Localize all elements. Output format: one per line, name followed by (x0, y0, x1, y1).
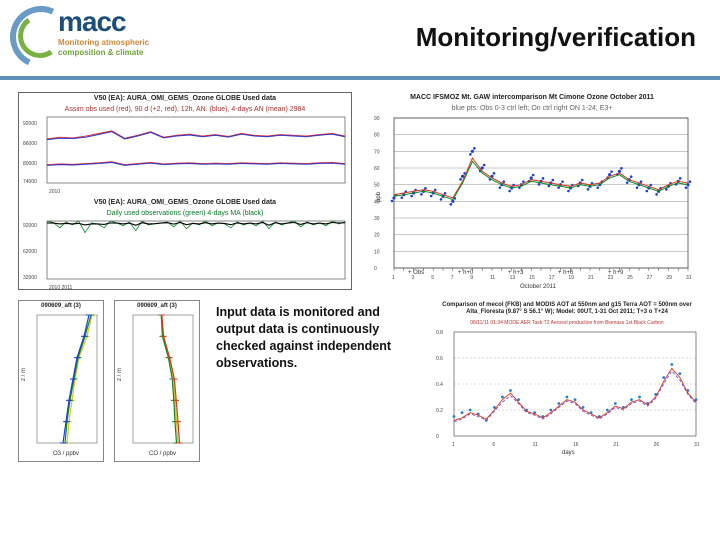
svg-text:0.8: 0.8 (436, 330, 443, 336)
chart-tl-title2: V50 (EA): AURA_OMI_GEMS_Ozone GLOBE Used… (19, 197, 351, 208)
svg-text:62000: 62000 (23, 249, 37, 255)
svg-text:31: 31 (686, 275, 692, 281)
svg-text:0.4: 0.4 (436, 382, 443, 388)
chart-tl-sub1: Assim obs used (red), 90 d (+2, red), 12… (19, 104, 351, 115)
svg-text:2010 2011: 2010 2011 (49, 285, 72, 291)
svg-text:+ h+6: + h+6 (558, 270, 574, 276)
logo: macc Monitoring atmospheric composition … (10, 6, 190, 70)
chart-tl-plot-bot: 92000 62000 32000 2010 2011 (19, 219, 349, 293)
chart-br-plot: 00.20.40.60.8 161116212631 days (432, 328, 702, 456)
svg-text:21: 21 (613, 442, 619, 448)
page-title: Monitoring/verification (416, 22, 696, 53)
chart-bla-title: 090609_aft (3) (19, 301, 103, 311)
svg-text:92000: 92000 (23, 121, 37, 127)
svg-text:1: 1 (452, 442, 455, 448)
svg-text:80000: 80000 (23, 161, 37, 167)
svg-text:70: 70 (374, 149, 380, 155)
svg-text:17: 17 (549, 275, 555, 281)
caption-text: Input data is monitored and output data … (210, 300, 422, 372)
chart-br-sub: 08/11/11 01:34 MODE AER Task:T2 Aerosol … (432, 318, 702, 328)
chart-tl-plot-top: 92000 86000 80000 74000 2010 (19, 115, 349, 195)
chart-top-right: MACC IFSMOZ Mt. GAW intercomparison Mt C… (370, 92, 694, 288)
chart-tr-sub: blue pts: Obs 0-3 ctrl left; On ctrl rig… (370, 103, 694, 114)
chart-bottom-right: Comparison of mecol (FKB) and MODIS AOT … (432, 300, 702, 468)
svg-text:80: 80 (374, 133, 380, 139)
svg-text:5: 5 (431, 275, 434, 281)
svg-text:11: 11 (490, 275, 495, 281)
svg-text:50: 50 (374, 183, 380, 189)
chart-tr-plot: ppb 0102030405060708090 1357911131517192… (370, 114, 694, 290)
svg-text:21: 21 (588, 275, 594, 281)
chart-blb-title: 090609_aft (3) (115, 301, 199, 311)
logo-subtitle-1: Monitoring atmospheric (58, 38, 149, 47)
svg-text:+ h+0: + h+0 (458, 270, 474, 276)
svg-text:27: 27 (647, 275, 653, 281)
chart-top-left: V50 (EA): AURA_OMI_GEMS_Ozone GLOBE Used… (18, 92, 352, 290)
svg-text:O3 / ppbv: O3 / ppbv (53, 451, 79, 457)
svg-text:26: 26 (654, 442, 660, 448)
svg-text:31: 31 (694, 442, 700, 448)
chart-bl-b: 090609_aft (3) z / m CO / ppbv (114, 300, 200, 462)
header: macc Monitoring atmospheric composition … (0, 0, 720, 80)
svg-text:+ h+3: + h+3 (508, 270, 524, 276)
svg-text:10: 10 (374, 249, 380, 255)
svg-text:0: 0 (436, 434, 439, 440)
content: V50 (EA): AURA_OMI_GEMS_Ozone GLOBE Used… (0, 80, 720, 468)
svg-text:30: 30 (374, 216, 380, 222)
chart-tr-title: MACC IFSMOZ Mt. GAW intercomparison Mt C… (370, 92, 694, 103)
svg-text:days: days (562, 450, 575, 456)
svg-text:1: 1 (392, 275, 395, 281)
svg-text:z / m: z / m (21, 368, 27, 381)
svg-text:z / m: z / m (117, 368, 123, 381)
chart-tl-title1: V50 (EA): AURA_OMI_GEMS_Ozone GLOBE Used… (19, 93, 351, 104)
row-bottom: 090609_aft (3) z / m O3 / ppbv 090609_af… (18, 300, 702, 468)
svg-text:11: 11 (533, 442, 538, 448)
svg-text:60: 60 (374, 166, 380, 172)
svg-text:15: 15 (529, 275, 535, 281)
chart-bl-a: 090609_aft (3) z / m O3 / ppbv (18, 300, 104, 462)
svg-text:16: 16 (573, 442, 579, 448)
svg-text:0.2: 0.2 (436, 408, 443, 414)
logo-subtitle-2: composition & climate (58, 48, 143, 57)
svg-text:29: 29 (666, 275, 672, 281)
svg-text:+ Obs: + Obs (408, 270, 424, 276)
svg-text:92000: 92000 (23, 223, 37, 229)
svg-text:32000: 32000 (23, 275, 37, 281)
svg-text:25: 25 (627, 275, 633, 281)
svg-text:0: 0 (374, 266, 377, 272)
svg-text:90: 90 (374, 116, 380, 122)
svg-text:74000: 74000 (23, 179, 37, 185)
chart-tl-sub2: Daily used observations (green) 4-days M… (19, 208, 351, 219)
svg-text:October 2011: October 2011 (520, 284, 557, 290)
logo-text: macc (58, 6, 126, 38)
svg-text:0.6: 0.6 (436, 356, 443, 362)
chart-blb-plot: z / m CO / ppbv (115, 311, 199, 459)
svg-text:40: 40 (374, 199, 380, 205)
svg-text:CO / ppbv: CO / ppbv (149, 451, 176, 457)
chart-bla-plot: z / m O3 / ppbv (19, 311, 103, 459)
slide: macc Monitoring atmospheric composition … (0, 0, 720, 540)
svg-text:2010: 2010 (49, 189, 60, 195)
svg-text:86000: 86000 (23, 141, 37, 147)
svg-text:+ h+9: + h+9 (608, 270, 624, 276)
svg-text:7: 7 (451, 275, 454, 281)
chart-br-title: Comparison of mecol (FKB) and MODIS AOT … (432, 300, 702, 318)
svg-text:6: 6 (492, 442, 495, 448)
row-top: V50 (EA): AURA_OMI_GEMS_Ozone GLOBE Used… (18, 92, 702, 290)
svg-text:20: 20 (374, 233, 380, 239)
